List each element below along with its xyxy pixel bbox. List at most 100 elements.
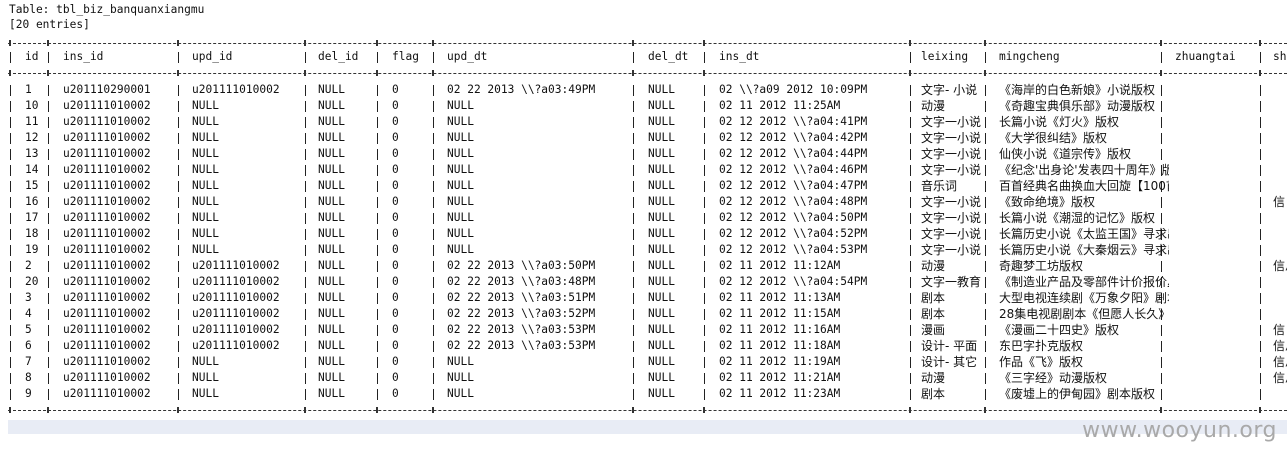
cell-id: 10 [25, 99, 39, 112]
column-divider [1260, 325, 1261, 336]
cell-leixing: 文字一小说 [921, 227, 982, 241]
cell-sh: 信息抽 [1273, 259, 1287, 273]
table-row: 2 u201111010002 u201111010002 NULL 0 02 22 20… [0, 258, 1287, 274]
cell-mingcheng: 大型电视连续剧《万象夕阳》剧本版权 [999, 291, 1169, 305]
cell-upd_id: u201111010002 [192, 275, 280, 288]
cell-leixing: 设计- 平面 [921, 339, 978, 353]
cell-ins_dt: 02 11 2012 11:19AM [719, 355, 841, 368]
column-divider [10, 149, 11, 160]
cell-ins_dt: 02 12 2012 \\?a04:44PM [719, 147, 868, 160]
cell-del_id: NULL [318, 275, 345, 288]
cell-del_dt: NULL [648, 83, 675, 96]
table-row: 10 u201111010002 NULL NULL 0 NULL NULL 02 11 20… [0, 98, 1287, 114]
table-row: 17 u201111010002 NULL NULL 0 NULL NULL 02 12 20… [0, 210, 1287, 226]
cell-id: 14 [25, 163, 39, 176]
cell-flag: 0 [392, 291, 399, 304]
separator-plus [703, 70, 705, 76]
column-divider [1260, 309, 1261, 320]
separator-plus [1259, 40, 1261, 46]
separator-plus [984, 70, 986, 76]
cell-ins_dt: 02 11 2012 11:13AM [719, 291, 841, 304]
table-row: 20 u201111010002 u201111010002 NULL 0 02 22 2… [0, 274, 1287, 290]
cell-id: 13 [25, 147, 39, 160]
cell-mingcheng: 《废墟上的伊甸园》剧本版权 [999, 387, 1156, 401]
terminal-output: Table: tbl_biz_banquanxiangmu [20 entrie… [0, 0, 1287, 420]
table-row: 18 u201111010002 NULL NULL 0 NULL NULL 02 12 20… [0, 226, 1287, 242]
cell-upd_dt: NULL [447, 387, 474, 400]
cell-flag: 0 [392, 131, 399, 144]
cell-flag: 0 [392, 259, 399, 272]
cell-del_dt: NULL [648, 291, 675, 304]
cell-upd_id: NULL [192, 243, 219, 256]
separator-plus [909, 40, 911, 46]
column-divider [1260, 245, 1261, 256]
cell-ins_id: u201111010002 [63, 339, 151, 352]
cell-upd_id: NULL [192, 371, 219, 384]
cell-del_id: NULL [318, 323, 345, 336]
cell-id: 11 [25, 115, 39, 128]
column-divider [1260, 165, 1261, 176]
cell-upd_dt: 02 22 2013 \\?a03:48PM [447, 275, 596, 288]
column-divider [1260, 133, 1261, 144]
cell-ins_dt: 02 11 2012 11:12AM [719, 259, 841, 272]
column-divider [10, 389, 11, 400]
cell-flag: 0 [392, 195, 399, 208]
separator-plus [1259, 407, 1261, 413]
column-divider [10, 197, 11, 208]
cell-ins_dt: 02 12 2012 \\?a04:48PM [719, 195, 868, 208]
cell-flag: 0 [392, 179, 399, 192]
cell-upd_dt: 02 22 2013 \\?a03:49PM [447, 83, 596, 96]
column-divider [1260, 85, 1261, 96]
cell-sh: 信息 [1273, 371, 1287, 385]
cell-ins_id: u201111010002 [63, 99, 151, 112]
cell-upd_id: NULL [192, 115, 219, 128]
cell-mingcheng: 《三字经》动漫版权 [999, 371, 1108, 385]
cell-flag: 0 [392, 323, 399, 336]
cell-ins_id: u201111010002 [63, 243, 151, 256]
separator-plus [376, 407, 378, 413]
cell-ins_dt: 02 11 2012 11:18AM [719, 339, 841, 352]
cell-upd_dt: NULL [447, 147, 474, 160]
cell-upd_dt: NULL [447, 243, 474, 256]
column-divider [10, 133, 11, 144]
cell-del_dt: NULL [648, 275, 675, 288]
cell-ins_id: u201111010002 [63, 307, 151, 320]
cell-leixing: 剧本 [921, 307, 946, 321]
cell-flag: 0 [392, 227, 399, 240]
cell-flag: 0 [392, 115, 399, 128]
separator-plus [9, 70, 11, 76]
cell-upd_id: NULL [192, 387, 219, 400]
column-header-zhuangtai: zhuangtai [1175, 50, 1236, 63]
separator-plus [432, 40, 434, 46]
cell-leixing: 设计- 其它 [921, 355, 978, 369]
cell-mingcheng: 长篇小说《灯火》版权 [999, 115, 1120, 129]
cell-leixing: 剧本 [921, 387, 946, 401]
table-row: 3 u201111010002 u201111010002 NULL 0 02 22 20… [0, 290, 1287, 306]
cell-sh: 信 [1273, 323, 1286, 337]
cell-sh: 信息 [1273, 339, 1287, 353]
cell-sh: 信息 [1273, 355, 1287, 369]
cell-id: 20 [25, 275, 39, 288]
cell-upd_id: u201111010002 [192, 323, 280, 336]
watermark: www.wooyun.org [1082, 418, 1277, 443]
cell-mingcheng: 《致命绝境》版权 [999, 195, 1096, 209]
separator-plus [1160, 407, 1162, 413]
column-divider [10, 117, 11, 128]
separator-bottom [8, 410, 1287, 411]
cell-flag: 0 [392, 275, 399, 288]
cell-ins_dt: 02 12 2012 \\?a04:50PM [719, 211, 868, 224]
column-header-flag: flag [392, 50, 419, 63]
cell-leixing: 动漫 [921, 259, 946, 273]
cell-del_dt: NULL [648, 323, 675, 336]
cell-del_id: NULL [318, 339, 345, 352]
cell-ins_dt: 02 12 2012 \\?a04:46PM [719, 163, 868, 176]
table-row: 12 u201111010002 NULL NULL 0 NULL NULL 02 12 20… [0, 130, 1287, 146]
column-divider [10, 181, 11, 192]
cell-upd_dt: NULL [447, 227, 474, 240]
cell-ins_dt: 02 12 2012 \\?a04:42PM [719, 131, 868, 144]
cell-mingcheng: 《纪念'出身论'发表四十周年》版权 [999, 163, 1169, 177]
cell-mingcheng: 百首经典名曲换血大回旋【100首】版 [999, 179, 1169, 193]
column-divider [1260, 197, 1261, 208]
cell-id: 3 [25, 291, 32, 304]
cell-leixing: 文字一小说 [921, 211, 982, 225]
